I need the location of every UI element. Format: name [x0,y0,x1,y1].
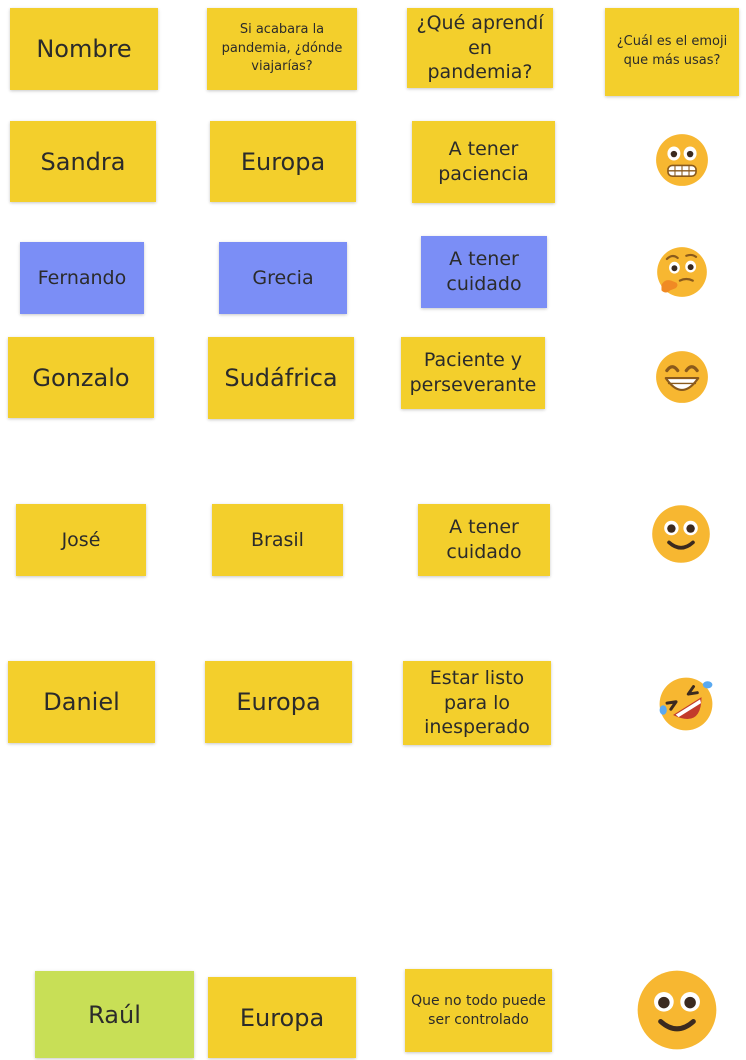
name-note[interactable]: José [16,504,146,576]
learned-note[interactable]: Paciente y perseverante [401,337,545,409]
name-note[interactable]: Daniel [8,661,155,743]
header-travel-note[interactable]: Si acabara la pandemia, ¿dónde viajarías… [207,8,357,90]
name-note[interactable]: Gonzalo [8,337,154,418]
learned-note[interactable]: Que no todo puede ser controlado [405,969,552,1052]
learned-note[interactable]: A tener cuidado [418,504,550,576]
learned-note[interactable]: A tener cuidado [421,236,547,308]
travel-note[interactable]: Brasil [212,504,343,576]
header-emoji-note[interactable]: ¿Cuál es el emoji que más usas? [605,8,739,96]
header-name-note[interactable]: Nombre [10,8,158,90]
rolling-on-floor-laughing-icon[interactable] [655,674,717,734]
travel-note[interactable]: Grecia [219,242,347,314]
learned-note[interactable]: Estar listo para lo inesperado [403,661,551,745]
travel-note[interactable]: Europa [208,977,356,1058]
travel-note[interactable]: Sudáfrica [208,337,354,419]
grimacing-face-icon[interactable] [655,133,709,187]
name-note[interactable]: Sandra [10,121,156,202]
name-note[interactable]: Raúl [35,971,194,1058]
grinning-face-icon[interactable] [655,350,709,404]
thinking-face-icon[interactable] [655,244,709,300]
smiling-face-icon[interactable] [634,969,720,1051]
header-learned-note[interactable]: ¿Qué aprendí en pandemia? [407,8,553,88]
name-note[interactable]: Fernando [20,242,144,314]
travel-note[interactable]: Europa [205,661,352,743]
learned-note[interactable]: A tener paciencia [412,121,555,203]
travel-note[interactable]: Europa [210,121,356,202]
smiling-face-icon[interactable] [651,504,711,564]
